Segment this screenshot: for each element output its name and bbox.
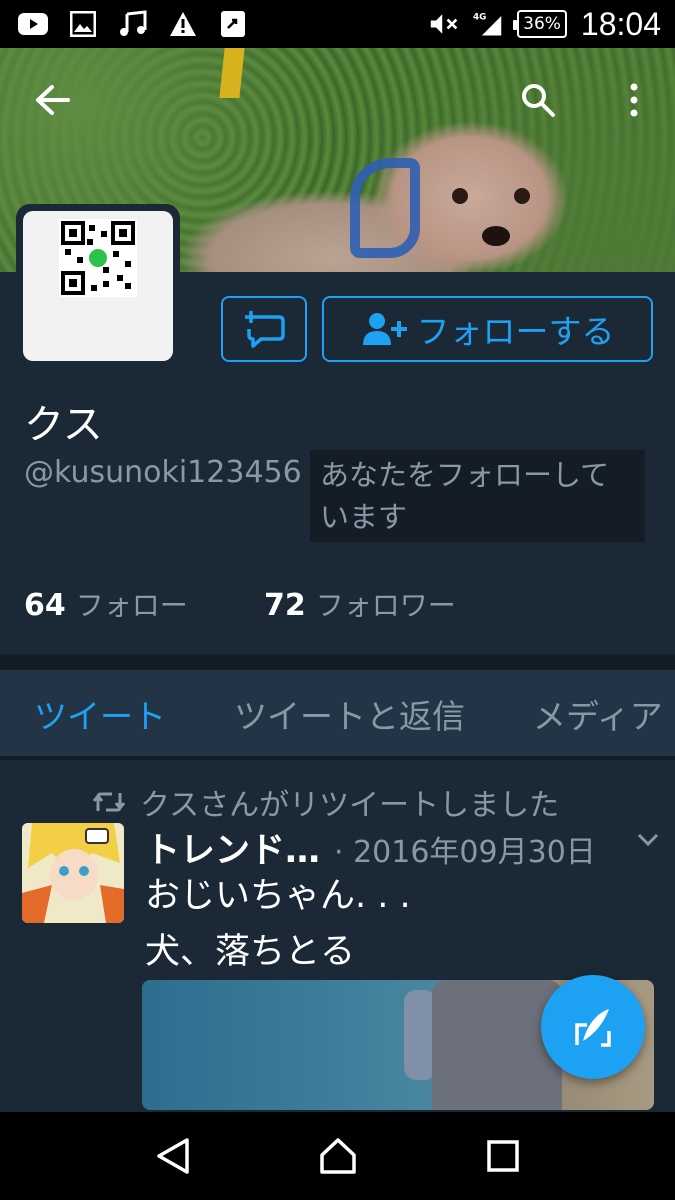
search-icon [522,84,555,117]
compose-tweet-button[interactable] [541,975,645,1079]
music-icon [118,9,148,39]
tweet-author-avatar[interactable] [22,823,124,923]
banner-dog-eye [452,188,468,204]
nav-home-button[interactable] [308,1126,368,1186]
youtube-icon [18,9,48,39]
more-vert-icon [630,83,638,117]
avatar-image [23,211,173,361]
warning-icon [168,9,198,39]
nav-home-icon [319,1138,356,1174]
section-divider [0,654,675,670]
following-label: フォロー [75,589,188,622]
back-button[interactable] [28,76,76,124]
followers-label: フォロワー [315,589,456,622]
twitter-profile-screen: 4G 36% 18:04 フォローする クス @kusunoki123456 あ… [0,0,675,1200]
svg-text:4G: 4G [473,13,486,23]
tab-tweets-and-replies[interactable]: ツイートと返信 [200,690,499,738]
banner-leash [350,158,420,258]
following-count: 64 [24,588,66,623]
tweet-author-name[interactable]: トレンド… [145,822,320,873]
nav-recents-button[interactable] [473,1126,533,1186]
mute-icon [429,9,459,39]
tweet-date: · 2016年09月30日 [334,835,596,870]
tweet-text-line: 犬、落ちとる [145,932,356,972]
retweet-context: クスさんがリツイートしました [92,780,559,824]
qr-code-image [59,219,137,297]
image-icon [68,9,98,39]
status-bar: 4G 36% 18:04 [0,0,675,48]
qr-caption-decoration [29,347,169,357]
profile-tabs: ツイート ツイートと返信 メディア [0,670,675,758]
direct-message-icon [245,311,285,348]
tabs-divider [0,756,675,760]
banner-pole [219,48,245,98]
follow-button[interactable]: フォローする [322,296,653,362]
nav-back-icon [156,1138,189,1174]
retweet-label: クスさんがリツイートしました [140,788,560,823]
system-navigation-bar [0,1112,675,1200]
tab-tweets[interactable]: ツイート [0,690,200,738]
more-options-button[interactable] [610,76,658,124]
signal-icon: 4G [473,9,503,39]
chevron-down-icon [637,833,659,847]
add-user-icon [362,313,407,345]
followers-stat[interactable]: 72 フォロワー [264,584,456,624]
cast-icon [218,9,248,39]
follow-button-label: フォローする [416,312,615,351]
followers-count: 72 [264,588,306,623]
battery-icon: 36% [513,10,567,38]
tweet-menu-button[interactable] [636,832,660,852]
compose-feather-icon [575,1009,611,1047]
back-arrow-icon [36,85,70,115]
profile-avatar[interactable] [16,204,180,368]
profile-name: クス [24,402,103,448]
following-stat[interactable]: 64 フォロー [24,584,188,624]
tweet-header: トレンド… · 2016年09月30日 [145,822,660,873]
tweet-text-line: おじいちゃん. . . [145,876,411,916]
nav-back-button[interactable] [143,1126,203,1186]
retweet-icon [92,792,126,812]
profile-handle: @kusunoki123456 [24,455,302,490]
clock: 18:04 [580,5,661,42]
search-button[interactable] [514,76,562,124]
tab-media[interactable]: メディア [499,690,675,738]
follows-you-badge: あなたをフォローしています [310,450,645,542]
media-person [432,980,562,1110]
banner-dog-nose [482,226,510,246]
direct-message-button[interactable] [221,296,307,362]
nav-recents-icon [486,1140,519,1172]
banner-dog-eye [514,188,530,204]
tweet-text: おじいちゃん. . . 犬、落ちとる [145,868,645,980]
